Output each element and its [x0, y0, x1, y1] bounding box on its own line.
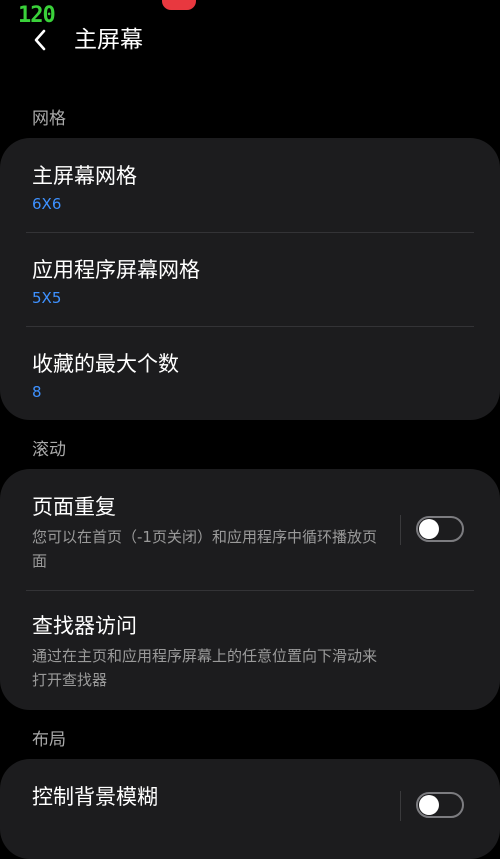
setting-title: 查找器访问 — [32, 614, 137, 638]
setting-value: 8 — [32, 383, 42, 401]
toggle-area — [400, 759, 500, 859]
page-title: 主屏幕 — [74, 27, 143, 53]
setting-description: 您可以在首页（-1页关闭）和应用程序中循环播放页面 — [32, 528, 377, 570]
toggle-knob — [419, 795, 439, 815]
setting-title: 主屏幕网格 — [32, 164, 137, 188]
setting-finder-access[interactable]: 查找器访问 通过在主页和应用程序屏幕上的任意位置向下滑动来打开查找器 — [0, 590, 500, 710]
card-grid: 主屏幕网格 6X6 应用程序屏幕网格 5X5 收藏的最大个数 8 — [0, 138, 500, 420]
back-button[interactable] — [28, 26, 52, 54]
toggle-knob — [419, 519, 439, 539]
setting-value: 5X5 — [32, 289, 62, 307]
setting-home-screen-grid[interactable]: 主屏幕网格 6X6 — [0, 138, 500, 232]
chevron-left-icon — [34, 29, 46, 51]
setting-title: 收藏的最大个数 — [32, 352, 179, 376]
card-layout: 控制背景模糊 — [0, 759, 500, 859]
background-blur-toggle[interactable] — [416, 792, 464, 818]
toggle-area — [400, 469, 500, 590]
setting-max-favorites[interactable]: 收藏的最大个数 8 — [0, 326, 500, 420]
setting-value: 6X6 — [32, 195, 62, 213]
setting-apps-screen-grid[interactable]: 应用程序屏幕网格 5X5 — [0, 232, 500, 326]
section-label-layout: 布局 — [32, 730, 66, 750]
setting-background-blur[interactable]: 控制背景模糊 — [0, 759, 500, 859]
page-repeat-toggle[interactable] — [416, 516, 464, 542]
setting-title: 应用程序屏幕网格 — [32, 258, 200, 282]
card-scroll: 页面重复 您可以在首页（-1页关闭）和应用程序中循环播放页面 查找器访问 通过在… — [0, 469, 500, 710]
section-label-scroll: 滚动 — [32, 440, 66, 460]
recording-indicator-icon — [162, 0, 196, 10]
setting-description: 通过在主页和应用程序屏幕上的任意位置向下滑动来打开查找器 — [32, 647, 378, 689]
toggle-divider — [400, 791, 401, 821]
app-header: 主屏幕 — [0, 18, 500, 62]
setting-page-repeat[interactable]: 页面重复 您可以在首页（-1页关闭）和应用程序中循环播放页面 — [0, 469, 500, 590]
section-label-grid: 网格 — [32, 109, 66, 129]
toggle-divider — [400, 515, 401, 545]
